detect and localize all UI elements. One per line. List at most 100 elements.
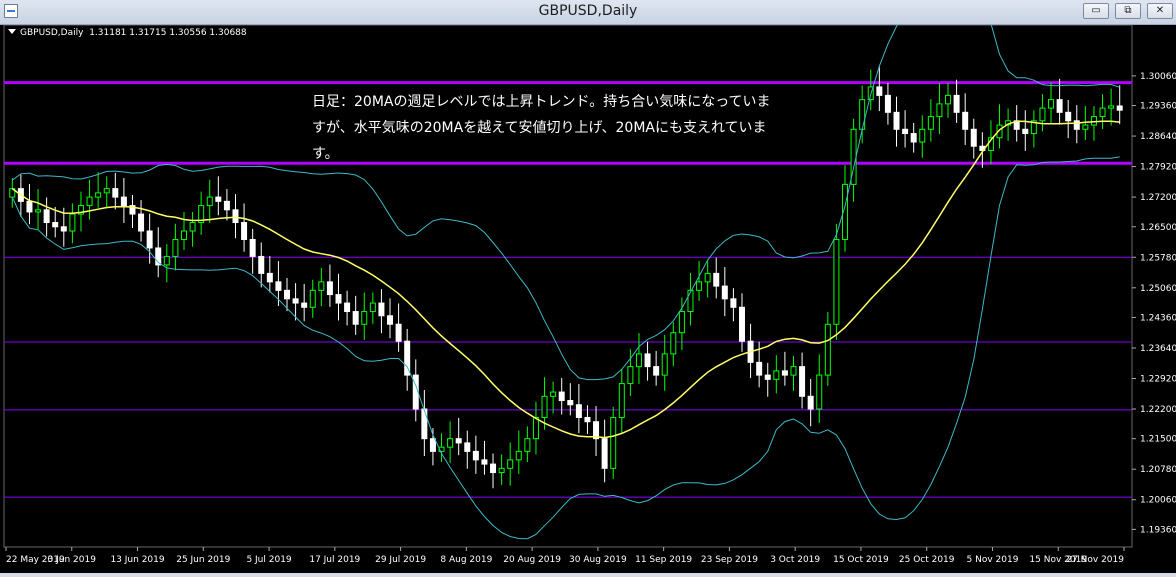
candle-body [696, 281, 703, 291]
candle-body [35, 209, 42, 213]
candle-body [902, 128, 909, 135]
candle-body [713, 272, 720, 287]
candle-body [1056, 99, 1063, 113]
candle-body [773, 370, 780, 380]
candle-body [653, 366, 660, 376]
candle-body [455, 438, 462, 444]
candle-body [1108, 105, 1115, 109]
x-tick-label: 15 Oct 2019 [833, 555, 889, 565]
symbol-info: GBPUSD,Daily 1.31181 1.31715 1.30556 1.3… [8, 28, 247, 38]
ma20-line [11, 120, 1120, 439]
x-tick-label: 5 Nov 2019 [967, 555, 1019, 565]
candle-body [962, 111, 969, 130]
candle-body [301, 302, 308, 308]
candle-body [284, 289, 290, 300]
candle-body [472, 450, 479, 461]
y-tick-label: 1.24360 [1140, 313, 1176, 323]
candle-body [910, 133, 917, 143]
candle-body [833, 238, 840, 325]
x-tick-label: 27 Nov 2019 [1066, 555, 1124, 565]
candle-body [704, 272, 711, 283]
y-tick-label: 1.30060 [1140, 72, 1176, 82]
minimize-button[interactable]: ▭ [1083, 3, 1109, 19]
candle-body [661, 353, 668, 376]
y-tick-label: 1.25780 [1140, 253, 1176, 263]
symbol-label: GBPUSD,Daily [20, 28, 84, 38]
candle-body [524, 438, 531, 452]
y-tick-label: 1.20780 [1140, 465, 1176, 475]
candle-body [610, 416, 617, 469]
candle-body [1073, 120, 1080, 130]
candle-body [52, 222, 59, 228]
candle-body [618, 383, 625, 418]
candle-body [859, 99, 866, 130]
candle-body [26, 200, 33, 213]
candle-body [515, 450, 522, 461]
candle-body [678, 311, 685, 334]
y-tick-label: 1.27200 [1140, 193, 1176, 203]
candle-body [421, 408, 428, 440]
candle-body [927, 116, 934, 130]
candle-body [490, 463, 497, 474]
x-tick-label: 20 Aug 2019 [503, 555, 561, 565]
candle-body [378, 302, 385, 317]
x-tick-label: 30 Aug 2019 [569, 555, 627, 565]
candle-body [275, 281, 282, 291]
chart-area[interactable]: 1.30060 1.29360 1.28640 1.27920 1.27200 1.265… [0, 0, 1176, 573]
candle-body [180, 230, 187, 240]
candle-body [232, 209, 239, 224]
candle-body [567, 400, 574, 406]
candle-body [1099, 107, 1106, 118]
restore-button[interactable]: ⧉ [1115, 3, 1141, 19]
y-tick-label: 1.26500 [1140, 223, 1176, 233]
candle-body [824, 323, 831, 376]
candle-body [936, 103, 943, 118]
candle-body [292, 298, 299, 304]
candle-body [326, 281, 333, 296]
candle-body [670, 332, 677, 355]
candle-body [43, 209, 50, 224]
candle-body [266, 272, 273, 283]
candle-body [893, 111, 900, 130]
candle-body [1039, 107, 1046, 122]
candle-body [335, 294, 342, 304]
candle-body [447, 438, 454, 448]
candle-body [884, 94, 891, 113]
candle-body [318, 281, 325, 291]
candle-body [369, 302, 376, 313]
y-tick-label: 1.20060 [1140, 496, 1176, 506]
y-tick-label: 1.22200 [1140, 405, 1176, 415]
candle-body [69, 213, 76, 232]
candle-body [738, 306, 745, 342]
candle-body [112, 188, 119, 198]
analysis-annotation: 日足：20MAの週足レベルでは上昇トレンド。持ち合い気味になっていますが、水平気… [312, 94, 771, 162]
candle-body [644, 353, 651, 368]
x-tick-label: 17 Jul 2019 [309, 555, 360, 565]
candle-body [781, 370, 788, 376]
candle-body [1022, 128, 1029, 135]
candle-body [223, 200, 230, 211]
candle-body [756, 361, 763, 376]
candle-body [790, 366, 797, 376]
close-button[interactable]: ✕ [1147, 3, 1173, 19]
candle-body [387, 315, 394, 325]
candle-body [215, 196, 222, 202]
candle-body [730, 298, 737, 308]
y-tick-label: 1.23640 [1140, 344, 1176, 354]
candle-body [163, 255, 170, 266]
candle-body [876, 86, 883, 96]
y-tick-label: 1.22920 [1140, 374, 1176, 384]
candle-body [1082, 124, 1089, 130]
candle-body [258, 255, 265, 274]
candle-body [601, 438, 608, 469]
candle-body [86, 196, 93, 207]
candle-body [584, 416, 591, 423]
candle-body [241, 222, 248, 240]
x-tick-label: 3 Jun 2019 [48, 555, 97, 565]
y-tick-label: 1.25060 [1140, 284, 1176, 294]
x-tick-label: 3 Oct 2019 [770, 555, 820, 565]
dropdown-triangle-icon[interactable] [8, 29, 16, 34]
x-tick-label: 23 Sep 2019 [701, 555, 758, 565]
candle-body [799, 366, 806, 397]
candle-body [507, 459, 514, 469]
